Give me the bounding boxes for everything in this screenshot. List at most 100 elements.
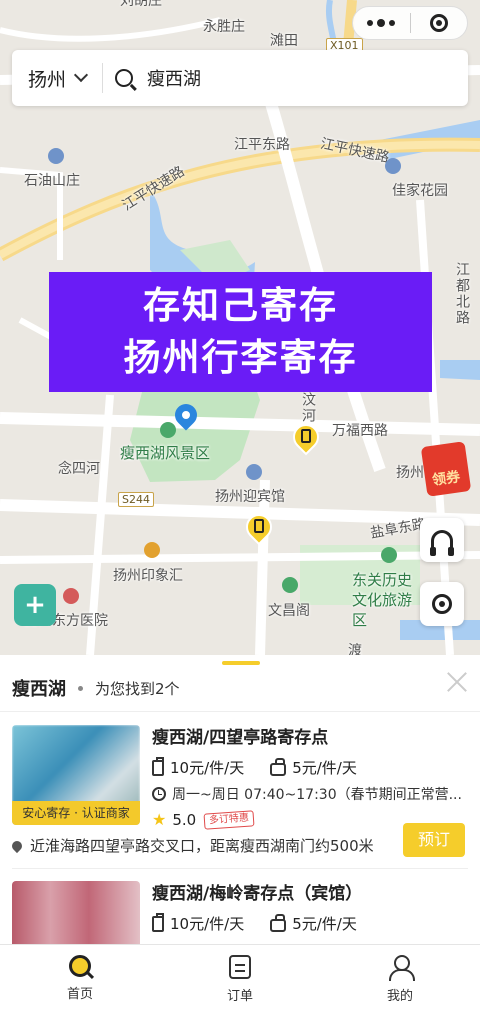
divider: [102, 63, 104, 93]
insurance-button[interactable]: +: [14, 584, 56, 626]
result-info: 瘦西湖/四望亭路寄存点 10元/件/天 5元/件/天 周一~周日 07:40~1…: [152, 725, 468, 830]
rating-score: 5.0: [172, 810, 197, 829]
discount-badge: 多订特惠: [203, 809, 255, 830]
address-text: 近淮海路四望亭路交叉口，距离瘦西湖南门约500米: [30, 837, 374, 855]
map-label: 扬州印象汇: [113, 568, 183, 584]
bag-icon: [270, 758, 287, 776]
map-label: 永胜庄: [203, 19, 245, 35]
map-label: 江平东路: [234, 137, 290, 153]
poi-icon: [246, 464, 262, 480]
customer-service-button[interactable]: [420, 518, 464, 562]
price-row: 10元/件/天 5元/件/天: [152, 756, 468, 778]
sheet-title: 瘦西湖: [12, 679, 66, 700]
poi-icon: [63, 588, 79, 604]
tab-orders[interactable]: 订单: [160, 945, 320, 1010]
hours-text: 周一~周日 07:40~17:30（春节期间正常营...: [172, 787, 462, 803]
results-sheet: 瘦西湖 为您找到2个 安心寄存 · 认证商家 瘦西湖/四望亭路寄存点 10元/件…: [0, 655, 480, 945]
price-row: 10元/件/天 5元/件/天: [152, 912, 468, 934]
star-icon: ★: [152, 810, 167, 829]
storage-marker-icon[interactable]: [287, 418, 325, 458]
headset-icon: [430, 530, 454, 556]
poi-icon: [48, 148, 64, 164]
map-label: 念四河: [58, 461, 100, 477]
bag-icon: [270, 914, 287, 932]
map-label: 江都北路: [454, 262, 470, 326]
city-selector[interactable]: 扬州: [12, 65, 89, 92]
bag-price: 5元/件/天: [270, 913, 357, 934]
coupon-label: 领券: [431, 469, 462, 489]
map-label: 瘦西湖风景区: [120, 444, 211, 462]
clock-icon: [152, 787, 166, 801]
result-card[interactable]: 瘦西湖/梅岭寄存点（宾馆） 10元/件/天 5元/件/天: [12, 881, 468, 945]
poi-icon: [282, 577, 298, 593]
locate-icon: [432, 594, 452, 614]
tab-home[interactable]: 首页: [0, 945, 160, 1010]
book-button[interactable]: 预订: [403, 823, 465, 857]
luggage-icon: [152, 912, 164, 932]
map-label: 万福西路: [332, 423, 388, 439]
promo-banner: 存知己寄存 扬州行李寄存: [49, 272, 432, 392]
tab-label: 订单: [226, 989, 253, 1004]
result-count: 为您找到2个: [95, 679, 180, 698]
poi-icon: [385, 158, 401, 174]
tab-label: 我的: [386, 989, 413, 1004]
bag-price: 5元/件/天: [270, 757, 357, 778]
store-thumbnail: [12, 881, 140, 945]
luggage-price-text: 10元/件/天: [170, 915, 245, 933]
luggage-icon: [152, 756, 164, 776]
divider: [0, 711, 480, 712]
target-icon: [429, 14, 448, 32]
sheet-drag-handle[interactable]: [222, 661, 260, 665]
locate-button[interactable]: [420, 582, 464, 626]
close-miniprogram-button[interactable]: [411, 7, 468, 39]
tab-mine[interactable]: 我的: [320, 945, 480, 1010]
bullet-dot: [78, 685, 83, 691]
chevron-down-icon: [73, 67, 89, 83]
divider: [12, 868, 468, 869]
banner-line-2: 扬州行李寄存: [123, 336, 358, 379]
poi-icon: [144, 542, 160, 558]
result-info: 瘦西湖/梅岭寄存点（宾馆） 10元/件/天 5元/件/天: [152, 881, 468, 934]
poi-icon: [160, 422, 176, 438]
map-label: 刘胡庄: [120, 0, 162, 9]
map-label: 渡: [348, 643, 362, 655]
order-icon: [229, 955, 251, 979]
location-icon: [9, 838, 25, 853]
store-name: 瘦西湖/四望亭路寄存点: [152, 728, 329, 748]
poi-icon: [381, 547, 397, 563]
banner-line-1: 存知己寄存: [143, 284, 338, 327]
store-address: 近淮海路四望亭路交叉口，距离瘦西湖南门约500米: [9, 835, 374, 856]
map-label: 扬州迎宾馆: [215, 489, 285, 505]
more-icon[interactable]: [353, 7, 410, 39]
tab-label: 首页: [66, 987, 93, 1002]
bag-price-text: 5元/件/天: [292, 759, 357, 777]
city-label: 扬州: [28, 68, 67, 91]
sheet-header: 瘦西湖 为您找到2个: [12, 675, 468, 701]
luggage-price: 10元/件/天: [152, 912, 245, 934]
search-icon: [115, 69, 134, 87]
user-icon: [388, 955, 415, 981]
map-label: 石油山庄: [24, 173, 80, 189]
storage-marker-icon[interactable]: [240, 508, 278, 548]
home-search-icon: [69, 955, 91, 977]
map-label: 汶河: [300, 392, 316, 424]
coupon-button[interactable]: 领券: [420, 440, 472, 497]
opening-hours: 周一~周日 07:40~17:30（春节期间正常营...: [152, 784, 468, 804]
miniprogram-capsule: [352, 6, 468, 40]
map-label: 文昌阁: [268, 603, 310, 619]
close-icon[interactable]: [446, 671, 468, 693]
result-card[interactable]: 安心寄存 · 认证商家 瘦西湖/四望亭路寄存点 10元/件/天 5元/件/天 周…: [9, 725, 468, 865]
map-label: 佳家花园: [392, 183, 448, 199]
luggage-price-text: 10元/件/天: [170, 759, 245, 777]
luggage-price: 10元/件/天: [152, 756, 245, 778]
map-label: 滩田: [270, 33, 298, 49]
search-bar: 扬州 瘦西湖: [12, 50, 468, 106]
store-photo: [12, 881, 140, 945]
road-tag: S244: [118, 492, 154, 507]
bag-price-text: 5元/件/天: [292, 915, 357, 933]
map-label: 东关历史文化旅游区: [352, 571, 413, 629]
certified-tag: 安心寄存 · 认证商家: [12, 801, 140, 825]
search-input[interactable]: 瘦西湖: [147, 65, 201, 91]
store-name: 瘦西湖/梅岭寄存点（宾馆）: [152, 884, 363, 904]
shield-plus-icon: +: [24, 590, 46, 620]
